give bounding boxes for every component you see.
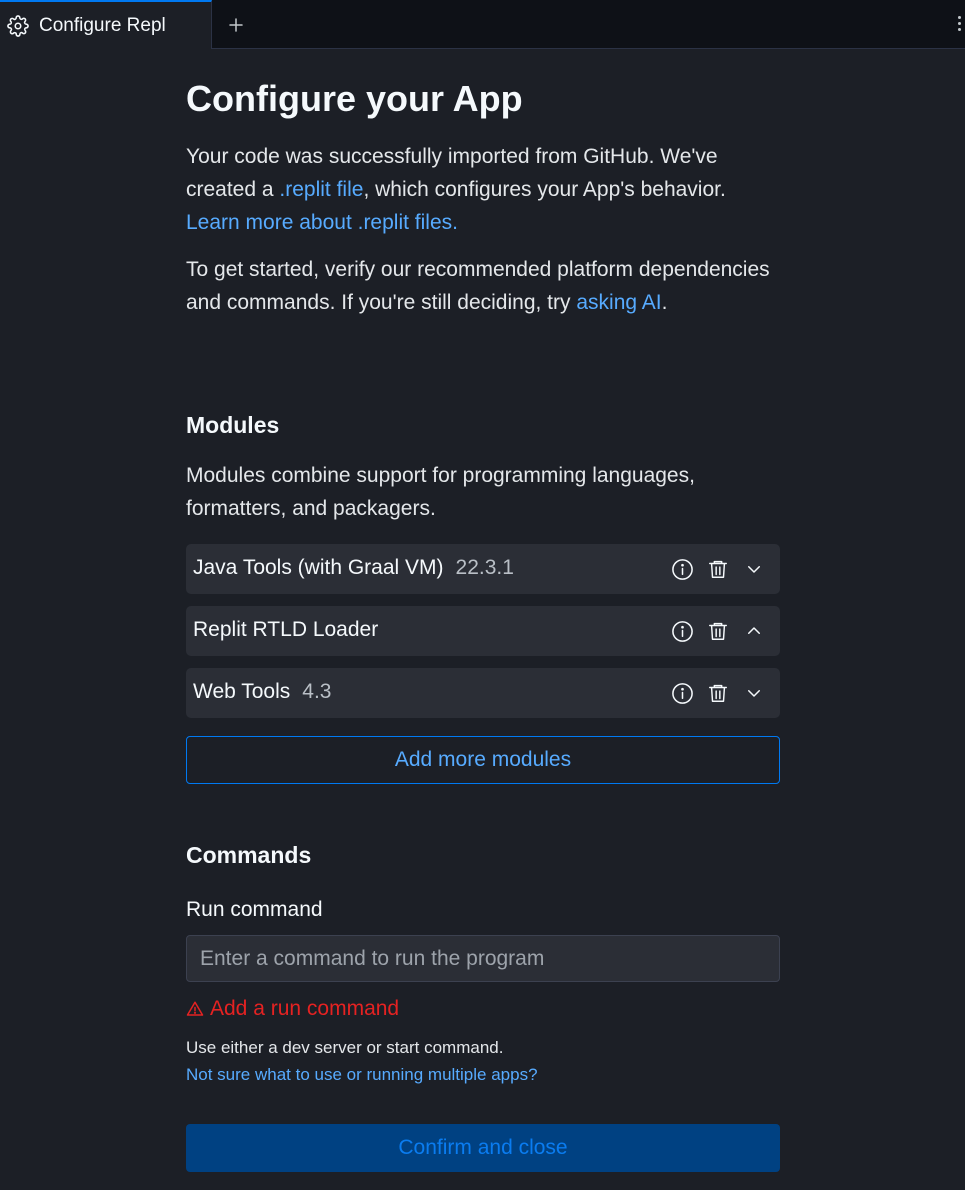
chevron-down-icon[interactable] bbox=[742, 681, 766, 705]
run-command-error: Add a run command bbox=[186, 996, 399, 1022]
info-icon[interactable] bbox=[670, 557, 694, 581]
trash-icon[interactable] bbox=[706, 557, 730, 581]
trash-icon[interactable] bbox=[706, 619, 730, 643]
kebab-menu-icon[interactable] bbox=[954, 14, 964, 36]
module-name: Java Tools (with Graal VM) bbox=[193, 556, 444, 579]
getting-started-text: To get started, verify our recommended p… bbox=[186, 258, 770, 314]
module-name: Replit RTLD Loader bbox=[193, 618, 379, 641]
tab-bar: Configure Repl bbox=[0, 0, 965, 49]
modules-heading: Modules bbox=[186, 412, 280, 438]
module-row[interactable]: Web Tools 4.3 bbox=[186, 668, 780, 718]
module-name: Web Tools bbox=[193, 680, 291, 703]
page-title: Configure your App bbox=[186, 78, 523, 119]
run-command-label: Run command bbox=[186, 898, 323, 921]
tab-label: Configure Repl bbox=[39, 14, 166, 36]
warning-icon bbox=[186, 1000, 204, 1018]
info-icon[interactable] bbox=[670, 619, 694, 643]
confirm-and-close-button[interactable]: Confirm and close bbox=[186, 1124, 780, 1172]
plus-icon[interactable] bbox=[224, 13, 248, 37]
modules-description: Modules combine support for programming … bbox=[186, 464, 695, 520]
module-version: 22.3.1 bbox=[455, 556, 514, 579]
add-modules-button[interactable]: Add more modules bbox=[186, 736, 780, 784]
commands-heading: Commands bbox=[186, 842, 312, 868]
command-hint: Use either a dev server or start command… bbox=[186, 1038, 504, 1057]
run-command-input[interactable] bbox=[186, 935, 780, 982]
info-icon[interactable] bbox=[670, 681, 694, 705]
module-row[interactable]: Replit RTLD Loader bbox=[186, 606, 780, 656]
replit-file-link[interactable]: .replit file bbox=[279, 178, 363, 201]
module-row[interactable]: Java Tools (with Graal VM) 22.3.1 bbox=[186, 544, 780, 594]
chevron-up-icon[interactable] bbox=[742, 619, 766, 643]
module-version: 4.3 bbox=[302, 680, 332, 703]
trash-icon[interactable] bbox=[706, 681, 730, 705]
chevron-down-icon[interactable] bbox=[742, 557, 766, 581]
gear-icon bbox=[6, 14, 30, 38]
asking-ai-link[interactable]: asking AI bbox=[576, 291, 661, 314]
error-text: Add a run command bbox=[210, 997, 400, 1020]
learn-more-link[interactable]: Learn more about .replit files. bbox=[186, 211, 458, 234]
intro-text: Your code was successfully imported from… bbox=[186, 145, 726, 234]
multiple-apps-link[interactable]: Not sure what to use or running multiple… bbox=[186, 1064, 538, 1086]
tab-configure-repl[interactable]: Configure Repl bbox=[0, 0, 212, 49]
